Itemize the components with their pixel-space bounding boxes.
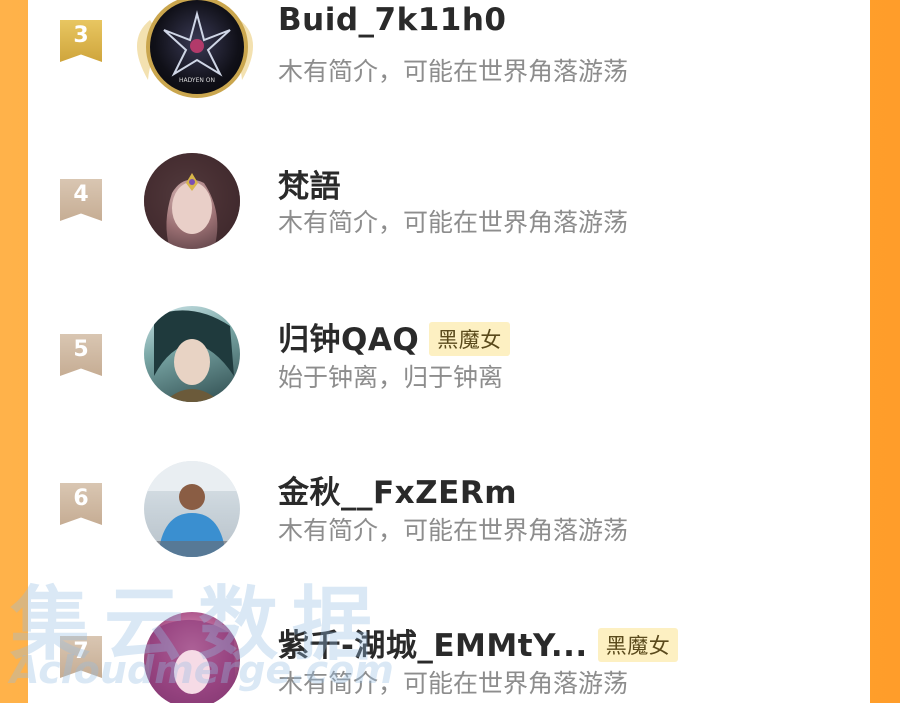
rank-number: 3 <box>73 23 89 48</box>
user-bio: 木有简介，可能在世界角落游荡 <box>278 57 629 86</box>
rank-badge: 5 <box>60 334 102 376</box>
pink-anime-icon <box>148 620 236 703</box>
rank-badge: 3 <box>60 20 102 62</box>
avatar[interactable] <box>144 612 240 703</box>
rank-number: 4 <box>73 182 89 207</box>
anime-girl-icon <box>144 153 240 249</box>
list-item[interactable]: 6 金秋__FxZERm 木有简介，可能在世界角落游荡 <box>28 455 870 565</box>
user-bio: 始于钟离，归于钟离 <box>278 363 504 392</box>
user-name-text: 紫千-湖城_EMMtY... <box>278 628 588 664</box>
list-item[interactable]: 5 归钟QAQ 黑魔女 始于钟离，归于钟离 <box>28 300 870 410</box>
rank-number: 7 <box>73 639 89 664</box>
rank-badge: 6 <box>60 483 102 525</box>
list-item[interactable]: 4 梵語 木有简介，可能在世界角落游荡 <box>28 145 870 255</box>
rank-number: 5 <box>73 337 89 362</box>
title-badge: 黑魔女 <box>429 321 510 356</box>
user-name[interactable]: 紫千-湖城_EMMtY... 黑魔女 <box>278 620 679 665</box>
avatar[interactable] <box>144 306 240 402</box>
user-name[interactable]: 梵語 <box>278 161 341 206</box>
list-item[interactable]: 7 紫千-湖城_EMMtY... 黑魔女 木有简介，可能在世界角落游荡 <box>28 606 870 703</box>
avatar[interactable] <box>144 153 240 249</box>
rank-number: 6 <box>73 486 89 511</box>
svg-text:HADYEN ON: HADYEN ON <box>179 77 215 84</box>
user-bio: 木有简介，可能在世界角落游荡 <box>278 669 629 698</box>
list-item[interactable]: 3 HADYEN ON Buid_7k11h0 木有简介，可能在世界角落游荡 <box>28 0 870 102</box>
dark-emblem-icon: HADYEN ON <box>163 10 231 84</box>
user-name[interactable]: 金秋__FxZERm <box>278 467 517 512</box>
user-name-text: 归钟QAQ <box>278 322 420 358</box>
user-name[interactable]: Buid_7k11h0 <box>278 2 506 38</box>
rank-badge: 4 <box>60 179 102 221</box>
avatar[interactable]: HADYEN ON <box>146 0 248 98</box>
avatar[interactable] <box>144 461 240 557</box>
ranking-list: 3 HADYEN ON Buid_7k11h0 木有简介，可能在世界角落游荡 4 <box>28 0 870 703</box>
anime-boy-icon <box>154 310 234 402</box>
user-bio: 木有简介，可能在世界角落游荡 <box>278 516 629 545</box>
user-bio: 木有简介，可能在世界角落游荡 <box>278 208 629 237</box>
title-badge: 黑魔女 <box>597 627 679 662</box>
user-name[interactable]: 归钟QAQ 黑魔女 <box>278 314 510 359</box>
rank-badge: 7 <box>60 636 102 678</box>
person-photo-icon <box>144 461 240 557</box>
